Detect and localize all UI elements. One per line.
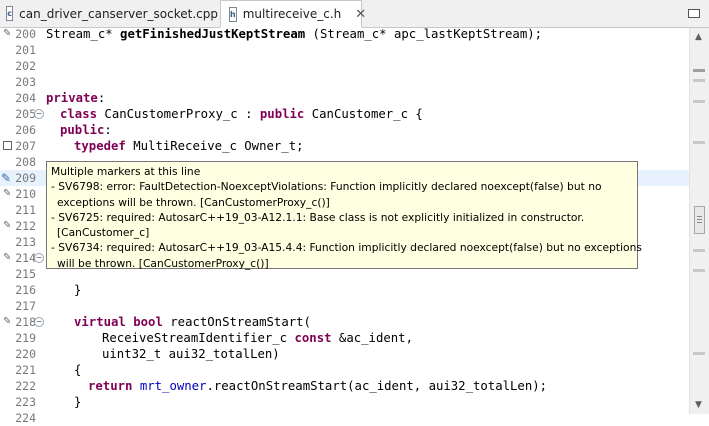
fold-toggle-icon[interactable]: −	[34, 253, 44, 263]
code-line[interactable]: 222 return mrt_owner.reactOnStreamStart(a…	[0, 378, 689, 394]
code-line[interactable]: 217	[0, 298, 689, 314]
code-line[interactable]: 220 uint32_t aui32_totalLen)	[0, 346, 689, 362]
code-text: return mrt_owner.reactOnStreamStart(ac_i…	[88, 379, 548, 393]
line-number: 221	[15, 363, 36, 377]
line-number: 211	[15, 203, 36, 217]
bookmark-marker-icon[interactable]	[3, 141, 12, 150]
tooltip-title: Multiple markers at this line	[51, 165, 201, 178]
header-file-icon: h	[229, 6, 237, 22]
tab-can-driver-canserver-socket[interactable]: c can_driver_canserver_socket.cpp	[0, 0, 218, 27]
code-text: virtual bool reactOnStreamStart(	[74, 315, 311, 329]
code-text: }	[74, 283, 82, 297]
line-number: 207	[15, 139, 36, 153]
code-line[interactable]: 224	[0, 410, 689, 426]
editor-tab-bar: c can_driver_canserver_socket.cpp h mult…	[0, 0, 709, 28]
line-number: 217	[15, 299, 36, 313]
code-line[interactable]: 205− class CanCustomerProxy_c : public Ca…	[0, 106, 689, 122]
line-number: 215	[15, 267, 36, 281]
overview-ruler-mark[interactable]	[693, 269, 705, 273]
line-number: 213	[15, 235, 36, 249]
line-number: 208	[15, 155, 36, 169]
line-number: 218	[15, 315, 36, 329]
line-number: 212	[15, 219, 36, 233]
code-line[interactable]: 204 private:	[0, 90, 689, 106]
code-line[interactable]: 203	[0, 74, 689, 90]
code-line[interactable]: 201	[0, 42, 689, 58]
line-number: 203	[15, 75, 36, 89]
tooltip-line: - SV6734: required: AutosarC++19_03-A15.…	[51, 241, 642, 255]
code-line[interactable]: 207 typedef MultiReceive_c Owner_t;	[0, 138, 689, 154]
line-number: 205	[15, 107, 36, 121]
fold-toggle-icon[interactable]: −	[34, 109, 44, 119]
line-number: 216	[15, 283, 36, 297]
cpp-source-file-icon: c	[6, 6, 14, 21]
vertical-scrollbar[interactable]: ▲ ▼	[689, 28, 709, 414]
overview-ruler-mark[interactable]	[693, 141, 705, 145]
line-number: 209	[15, 171, 36, 185]
line-number: 222	[15, 379, 36, 393]
code-text: ReceiveStreamIdentifier_c const &ac_iden…	[102, 331, 413, 345]
code-line[interactable]: 219 ReceiveStreamIdentifier_c const &ac_i…	[0, 330, 689, 346]
code-text: uint32_t aui32_totalLen)	[102, 347, 280, 361]
code-text: class CanCustomerProxy_c : public CanCus…	[60, 107, 423, 121]
edit-marker-icon[interactable]: ✎	[3, 28, 14, 39]
tab-multireceive-c-h[interactable]: h multireceive_c.h ✕	[220, 0, 366, 28]
line-number: 210	[15, 187, 36, 201]
line-number: 220	[15, 347, 36, 361]
code-line[interactable]: 202	[0, 58, 689, 74]
thumb-grip	[697, 216, 702, 217]
tab-label: multireceive_c.h	[242, 7, 342, 21]
overview-ruler-mark[interactable]	[693, 99, 705, 103]
code-text: Stream_c* getFinishedJustKeptStream (Str…	[46, 27, 543, 41]
tab-label: can_driver_canserver_socket.cpp	[19, 6, 218, 21]
line-number: 204	[15, 91, 36, 105]
thumb-grip	[697, 219, 702, 220]
markers-tooltip: Multiple markers at this line - SV6798: e…	[46, 161, 642, 270]
tooltip-line: exceptions will be thrown. [CanCustomerP…	[57, 195, 330, 209]
restore-icon	[688, 9, 700, 18]
edit-marker-icon[interactable]: ✎	[3, 252, 14, 263]
code-text: {	[74, 363, 82, 377]
overview-ruler-mark[interactable]	[693, 248, 705, 252]
scroll-down-arrow-icon[interactable]: ▼	[695, 400, 702, 410]
line-number: 200	[15, 27, 36, 41]
scroll-up-arrow-icon[interactable]: ▲	[695, 32, 702, 42]
code-line[interactable]: ✎ 200 Stream_c* getFinishedJustKeptStream …	[0, 26, 689, 42]
tooltip-line: will be thrown. [CanCustomerProxy_c()]	[57, 256, 269, 270]
line-number: 223	[15, 395, 36, 409]
overview-ruler-mark[interactable]	[693, 68, 705, 72]
overview-ruler-mark[interactable]	[693, 352, 705, 356]
line-number: 219	[15, 331, 36, 345]
line-number: 201	[15, 43, 36, 57]
code-text: typedef MultiReceive_c Owner_t;	[74, 139, 304, 153]
code-line[interactable]: 216}	[0, 282, 689, 298]
line-number: 224	[15, 411, 36, 425]
code-text: }	[74, 395, 82, 409]
warning-marker-icon[interactable]: ✎	[1, 171, 15, 185]
code-line[interactable]: ✎ 218− virtual bool reactOnStreamStart(	[0, 314, 689, 330]
edit-marker-icon[interactable]: ✎	[3, 316, 14, 327]
line-number: 202	[15, 59, 36, 73]
close-icon[interactable]: ✕	[355, 7, 366, 22]
edit-marker-icon[interactable]: ✎	[3, 220, 14, 231]
line-number: 214	[15, 251, 36, 265]
restore-button[interactable]	[679, 0, 709, 27]
tooltip-line: - SV6725: required: AutosarC++19_03-A12.…	[51, 210, 585, 224]
code-text: public:	[60, 123, 112, 137]
fold-toggle-icon[interactable]: −	[34, 317, 44, 327]
code-line[interactable]: 221 {	[0, 362, 689, 378]
scrollbar-thumb[interactable]	[694, 206, 705, 234]
overview-ruler-mark[interactable]	[693, 79, 705, 83]
code-line[interactable]: 223}	[0, 394, 689, 410]
line-number: 206	[15, 123, 36, 137]
code-line[interactable]: 206 public:	[0, 122, 689, 138]
tooltip-line: - SV6798: error: FaultDetection-Noexcept…	[51, 180, 602, 194]
edit-marker-icon[interactable]: ✎	[3, 188, 14, 199]
tooltip-line: [CanCustomer_c]	[57, 226, 150, 240]
code-text: private:	[46, 91, 106, 105]
thumb-grip	[697, 222, 702, 223]
